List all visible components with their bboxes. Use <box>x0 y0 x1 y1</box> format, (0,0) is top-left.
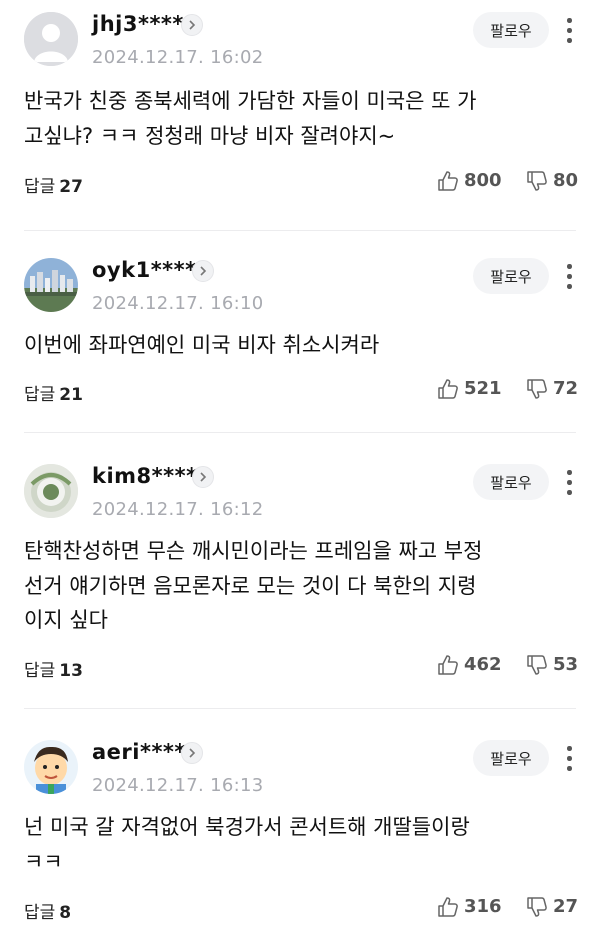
reply-button[interactable]: 답글 21 <box>24 380 83 405</box>
reply-label: 답글 <box>24 661 56 681</box>
comment-line: 이번에 좌파연예인 미국 비자 취소시켜라 <box>24 333 380 357</box>
comment-text: 탄핵찬성하면 무슨 깨시민이라는 프레임을 짜고 부정 선거 얘기하면 음모론자… <box>24 534 574 638</box>
reply-button[interactable]: 답글 8 <box>24 898 71 923</box>
comment-item: oyk1**** 2024.12.17. 16:10 팔로우 이번에 좌파연예인… <box>0 246 600 433</box>
dislike-count: 27 <box>553 896 579 917</box>
timestamp: 2024.12.17. 16:02 <box>92 47 264 68</box>
cartoon-boy-avatar[interactable] <box>24 740 78 794</box>
reply-count: 13 <box>59 661 83 681</box>
username[interactable]: kim8**** <box>92 464 198 488</box>
follow-button[interactable]: 팔로우 <box>473 740 549 776</box>
divider <box>24 230 576 231</box>
reply-label: 답글 <box>24 177 56 197</box>
more-options-icon[interactable] <box>558 466 582 500</box>
like-count: 521 <box>464 378 502 399</box>
comment-line: 고싶냐? ㅋㅋ 정청래 마냥 비자 잘려야지~ <box>24 123 396 148</box>
divider <box>24 708 576 709</box>
comment-text: 반국가 친중 종북세력에 가담한 자들이 미국은 또 가 고싶냐? ㅋㅋ 정청래… <box>24 84 574 153</box>
follow-button[interactable]: 팔로우 <box>473 258 549 294</box>
thumbs-up-icon <box>438 655 458 675</box>
reply-count: 27 <box>59 177 83 197</box>
city-skyline-avatar[interactable] <box>24 258 78 312</box>
timestamp: 2024.12.17. 16:12 <box>92 499 264 520</box>
more-options-icon[interactable] <box>558 260 582 294</box>
like-count: 800 <box>464 170 502 191</box>
dislike-count: 80 <box>553 170 579 191</box>
wreath-avatar[interactable] <box>24 464 78 518</box>
comment-line: 이지 싶다 <box>24 608 108 632</box>
reply-label: 답글 <box>24 385 56 405</box>
more-options-icon[interactable] <box>558 14 582 48</box>
reply-button[interactable]: 답글 13 <box>24 656 83 681</box>
profile-arrow-icon[interactable] <box>181 742 203 764</box>
username[interactable]: aeri**** <box>92 740 186 764</box>
thumbs-down-icon <box>527 171 547 191</box>
profile-arrow-icon[interactable] <box>192 466 214 488</box>
thumbs-up-icon <box>438 897 458 917</box>
comment-item: jhj3**** 2024.12.17. 16:02 팔로우 반국가 친중 종북… <box>0 0 600 231</box>
thumbs-up-icon <box>438 171 458 191</box>
comment-item: kim8**** 2024.12.17. 16:12 팔로우 탄핵찬성하면 무슨… <box>0 452 600 709</box>
thumbs-down-icon <box>527 897 547 917</box>
like-count: 316 <box>464 896 502 917</box>
comment-line: 탄핵찬성하면 무슨 깨시민이라는 프레임을 짜고 부정 <box>24 539 483 563</box>
comment-text: 이번에 좌파연예인 미국 비자 취소시켜라 <box>24 328 574 363</box>
follow-button[interactable]: 팔로우 <box>473 464 549 500</box>
thumbs-down-icon <box>527 379 547 399</box>
reply-button[interactable]: 답글 27 <box>24 172 83 197</box>
dislike-count: 53 <box>553 654 579 675</box>
dislike-count: 72 <box>553 378 579 399</box>
comment-line: 넌 미국 갈 자격없어 북경가서 콘서트해 개딸들이랑 <box>24 815 470 839</box>
reply-count: 8 <box>59 903 72 923</box>
divider <box>24 432 576 433</box>
reply-label: 답글 <box>24 903 56 923</box>
more-options-icon[interactable] <box>558 742 582 776</box>
profile-arrow-icon[interactable] <box>192 260 214 282</box>
default-avatar-icon[interactable] <box>24 12 78 66</box>
comment-line: 반국가 친중 종북세력에 가담한 자들이 미국은 또 가 <box>24 89 477 113</box>
timestamp: 2024.12.17. 16:13 <box>92 775 264 796</box>
username[interactable]: oyk1**** <box>92 258 197 282</box>
profile-arrow-icon[interactable] <box>181 14 203 36</box>
username[interactable]: jhj3**** <box>92 12 184 36</box>
comment-line: ㅋㅋ <box>24 849 63 874</box>
thumbs-down-icon <box>527 655 547 675</box>
timestamp: 2024.12.17. 16:10 <box>92 293 264 314</box>
reply-count: 21 <box>59 385 83 405</box>
comment-line: 선거 얘기하면 음모론자로 모는 것이 다 북한의 지령 <box>24 573 477 598</box>
like-count: 462 <box>464 654 502 675</box>
comment-item: aeri**** 2024.12.17. 16:13 팔로우 넌 미국 갈 자격… <box>0 728 600 934</box>
follow-button[interactable]: 팔로우 <box>473 12 549 48</box>
thumbs-up-icon <box>438 379 458 399</box>
comment-text: 넌 미국 갈 자격없어 북경가서 콘서트해 개딸들이랑 ㅋㅋ <box>24 810 574 879</box>
